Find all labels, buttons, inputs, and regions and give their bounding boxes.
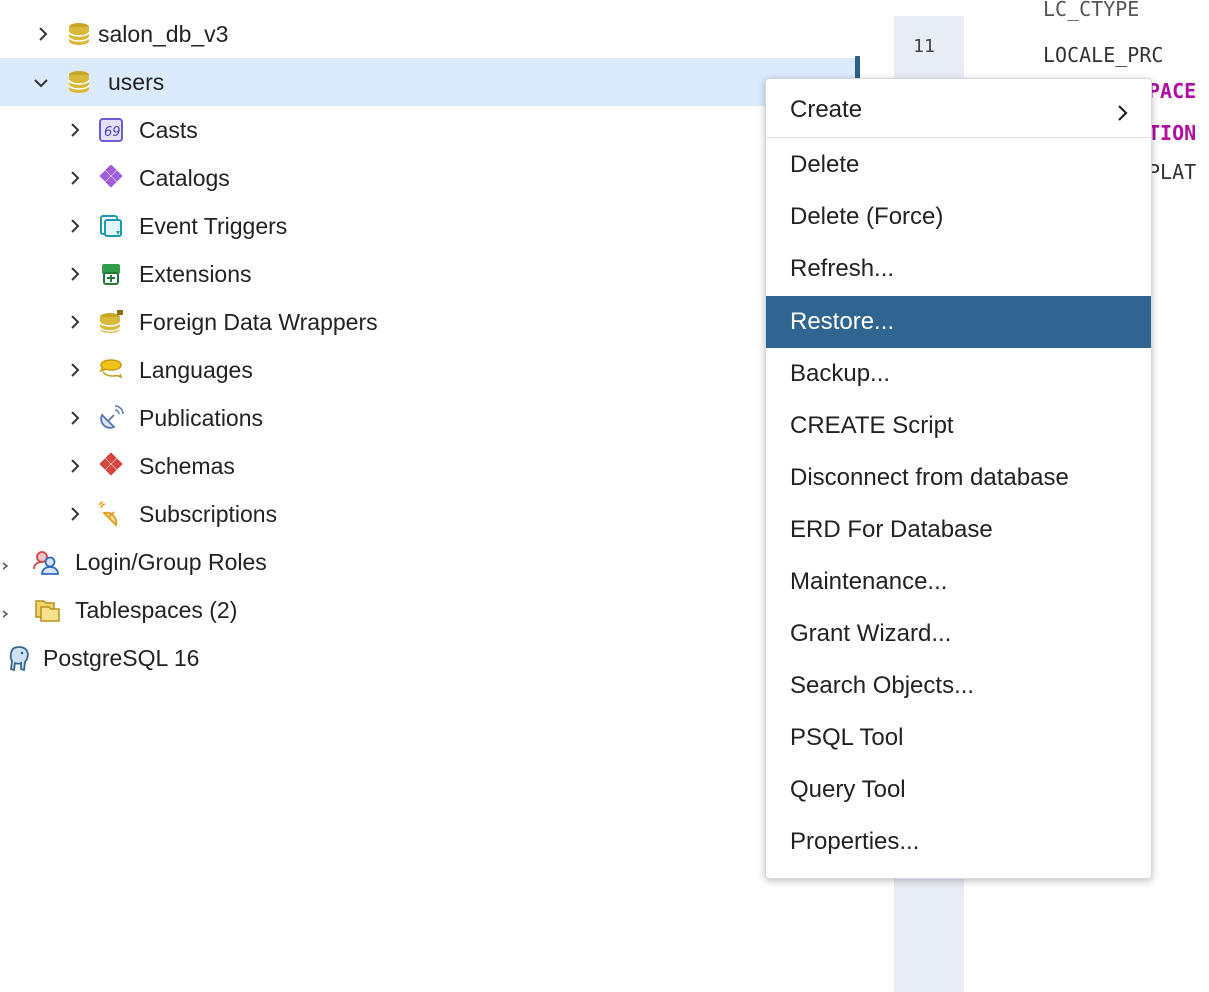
tree-item-label: Event Triggers <box>139 213 288 239</box>
tree-item-languages[interactable]: Languages <box>0 346 855 394</box>
chevron-right-icon[interactable] <box>67 122 83 138</box>
tree-item-event-triggers[interactable]: Event Triggers <box>0 202 855 250</box>
chevron-right-icon[interactable] <box>67 410 83 426</box>
chevron-right-icon[interactable] <box>67 362 83 378</box>
chevron-right-icon[interactable] <box>35 26 51 42</box>
menu-item-delete[interactable]: Delete <box>766 139 1151 191</box>
menu-item-delete-force[interactable]: Delete (Force) <box>766 191 1151 243</box>
menu-item-disconnect[interactable]: Disconnect from database <box>766 452 1151 504</box>
menu-separator <box>766 137 1151 138</box>
tree-item-schemas[interactable]: Schemas <box>0 442 855 490</box>
chevron-right-icon[interactable] <box>67 266 83 282</box>
code-keyword: TION <box>1148 121 1197 145</box>
tree-item-postgresql-16[interactable]: PostgreSQL 16 <box>0 634 855 682</box>
menu-item-erd[interactable]: ERD For Database <box>766 504 1151 556</box>
postgresql-elephant-icon <box>8 645 32 672</box>
menu-item-search-objects[interactable]: Search Objects... <box>766 660 1151 712</box>
menu-item-backup[interactable]: Backup... <box>766 348 1151 400</box>
chevron-right-icon <box>1117 101 1129 129</box>
tree-item-label: Schemas <box>139 453 235 479</box>
line-number: 11 <box>913 36 935 57</box>
code-keyword: PACE <box>1148 79 1197 103</box>
tree-item-login-group-roles[interactable]: Login/Group Roles <box>0 538 855 586</box>
tree-item-label: Publications <box>139 405 264 431</box>
tree-item-tablespaces[interactable]: Tablespaces (2) <box>0 586 855 634</box>
subscriptions-icon <box>98 501 124 527</box>
menu-item-create[interactable]: Create <box>766 84 1151 136</box>
chevron-right-icon[interactable] <box>67 458 83 474</box>
tree-item-users[interactable]: users <box>0 58 855 106</box>
menu-item-maintenance[interactable]: Maintenance... <box>766 556 1151 608</box>
database-icon <box>66 21 92 47</box>
chevron-right-icon[interactable] <box>3 558 9 574</box>
tree-item-publications[interactable]: Publications <box>0 394 855 442</box>
tree-item-label: salon_db_v3 <box>98 21 229 47</box>
object-explorer-tree: salon_db_v3 users 69 Casts Catalogs Even… <box>0 0 862 992</box>
tree-item-extensions[interactable]: Extensions <box>0 250 855 298</box>
catalogs-icon <box>98 164 124 191</box>
tree-item-label: Tablespaces (2) <box>75 597 238 623</box>
chevron-right-icon[interactable] <box>67 506 83 522</box>
context-menu: Create Delete Delete (Force) Refresh... … <box>765 78 1152 879</box>
schemas-icon <box>98 452 124 479</box>
tree-item-foreign-data-wrappers[interactable]: Foreign Data Wrappers <box>0 298 855 346</box>
foreign-data-wrappers-icon <box>98 309 124 335</box>
code-line: LOCALE_PRC <box>1043 43 1164 67</box>
tree-item-casts[interactable]: 69 Casts <box>0 106 855 154</box>
menu-item-grant-wizard[interactable]: Grant Wizard... <box>766 608 1151 660</box>
tree-item-label: Languages <box>139 357 253 383</box>
tree-item-salon-db-v3[interactable]: salon_db_v3 <box>0 10 855 58</box>
code-line: PLAT <box>1148 160 1197 184</box>
svg-text:69: 69 <box>104 125 121 140</box>
menu-item-query-tool[interactable]: Query Tool <box>766 764 1151 816</box>
menu-item-restore[interactable]: Restore... <box>766 296 1151 348</box>
tree-item-label: Login/Group Roles <box>75 549 267 575</box>
chevron-right-icon[interactable] <box>3 606 9 622</box>
extensions-icon <box>98 261 124 287</box>
tree-item-subscriptions[interactable]: Subscriptions <box>0 490 855 538</box>
chevron-right-icon[interactable] <box>67 314 83 330</box>
tree-item-label: Foreign Data Wrappers <box>139 309 378 335</box>
roles-icon <box>32 549 59 575</box>
tree-item-label: Subscriptions <box>139 501 278 527</box>
database-icon <box>66 69 92 95</box>
event-triggers-icon <box>98 213 124 239</box>
menu-item-properties[interactable]: Properties... <box>766 816 1151 868</box>
chevron-right-icon[interactable] <box>67 170 83 186</box>
tree-item-label: Catalogs <box>139 165 230 191</box>
menu-item-refresh[interactable]: Refresh... <box>766 243 1151 295</box>
tree-item-label: Extensions <box>139 261 252 287</box>
code-line: LC_CTYPE <box>1043 0 1140 21</box>
menu-item-psql-tool[interactable]: PSQL Tool <box>766 712 1151 764</box>
chevron-down-icon[interactable] <box>33 75 49 91</box>
chevron-right-icon[interactable] <box>67 218 83 234</box>
casts-icon: 69 <box>98 117 124 143</box>
tree-item-label: Casts <box>139 117 198 143</box>
tree-item-label: PostgreSQL 16 <box>43 645 200 671</box>
tree-item-label: users <box>108 69 165 95</box>
tablespaces-icon <box>34 597 60 623</box>
menu-item-create-script[interactable]: CREATE Script <box>766 400 1151 452</box>
tree-item-catalogs[interactable]: Catalogs <box>0 154 855 202</box>
languages-icon <box>98 357 124 383</box>
publications-icon <box>98 405 124 431</box>
